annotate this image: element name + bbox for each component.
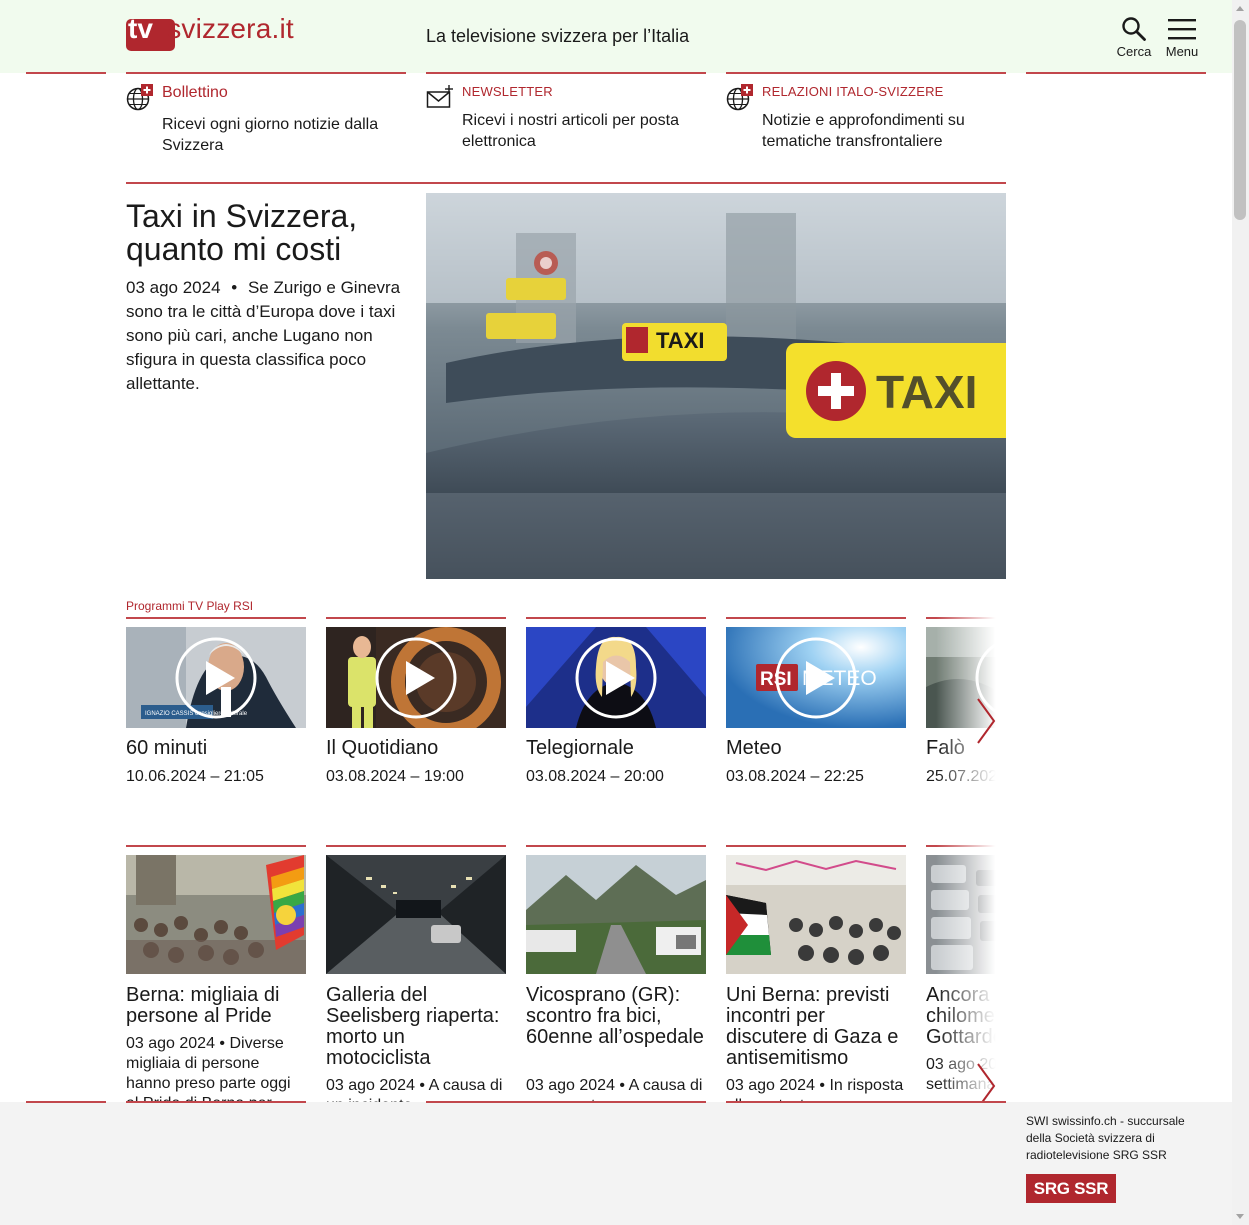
news-thumbnail[interactable] [726,855,906,974]
news-title: Ancora code di chilometri al Gottardo [926,984,1006,1048]
divider [126,845,306,847]
divider [126,72,406,74]
site-header: tv tvsvizzera.it La televisione svizzera… [0,0,1232,73]
mail-plus-icon [426,85,453,108]
globe-swiss-icon [726,84,753,111]
bulletin-title: Bollettino [162,84,228,101]
divider [326,845,506,847]
news-date: 03 ago 2024 [126,1035,215,1052]
search-button[interactable]: Cerca [1112,16,1156,59]
hero-image[interactable]: TAXI TAXI [426,193,1006,579]
divider [926,617,1006,619]
program-datetime: 03.08.2024 – 19:00 [326,768,464,785]
site-tagline: La televisione svizzera per l’Italia [426,26,690,46]
news-thumbnail[interactable] [526,855,706,974]
news-date: 03 ago 2024 [726,1077,815,1094]
divider [726,845,906,847]
play-icon [175,637,257,718]
news-title: Galleria del Seelisberg riaperta: morto … [326,984,500,1069]
divider [126,182,1006,184]
program-thumbnail[interactable] [526,627,706,728]
divider [326,617,506,619]
hamburger-icon [1168,19,1196,40]
page-scrollbar[interactable] [1232,0,1249,1225]
search-icon [1122,17,1146,41]
globe-swiss-icon [126,84,153,111]
play-icon [375,637,457,718]
search-label: Cerca [1116,44,1152,59]
program-datetime: 03.08.2024 – 22:25 [726,768,864,785]
divider [526,617,706,619]
programs-section-label[interactable]: Programmi TV Play RSI [126,599,253,613]
divider [526,845,706,847]
news-summary: 03 ago 2024 • A causa di uno scontro [526,1076,706,1102]
programs-carousel: IGNAZIO CASSIS consigliere federale 60 m… [126,617,1006,797]
carousel-next-arrow-icon[interactable] [976,697,996,745]
divider [926,845,1006,847]
divider [726,1101,1006,1103]
divider [426,72,706,74]
news-title: Vicosprano (GR): scontro fra bici, 60enn… [526,984,704,1048]
taxi-sign-text: TAXI [656,328,704,353]
footer-text: SWI swissinfo.ch - succursale della Soci… [1026,1114,1185,1162]
bulletin-description: Ricevi ogni giorno notizie dalla Svizzer… [162,116,379,154]
news-thumbnail[interactable] [926,855,1006,974]
divider [126,1101,306,1103]
news-summary: 03 ago 2024 • Diverse migliaia di person… [126,1034,306,1102]
news-title: Berna: migliaia di persone al Pride [126,984,280,1027]
program-thumbnail[interactable] [326,627,506,728]
menu-label: Menu [1165,44,1199,59]
news-summary: 03 ago 2024 • In risposta alle proteste [726,1076,906,1102]
play-icon [575,637,657,718]
relations-title: RELAZIONI ITALO-SVIZZERE [762,84,944,99]
svg-text:TAXI: TAXI [876,366,977,418]
hero-title[interactable]: Taxi in Svizzera, quanto mi costi [126,200,416,266]
newsletter-description: Ricevi i nostri articoli per posta elett… [462,112,679,150]
news-date: 03 ago 2024 [526,1077,615,1094]
divider [1026,72,1206,74]
program-title: Il Quotidiano [326,737,439,759]
divider [26,72,106,74]
program-thumbnail[interactable]: IGNAZIO CASSIS consigliere federale [126,627,306,728]
news-title: Uni Berna: previsti incontri per discute… [726,984,899,1069]
program-datetime: 03.08.2024 – 20:00 [526,768,664,785]
divider [726,617,906,619]
newsletter-title: NEWSLETTER [462,84,553,99]
divider [726,72,1006,74]
program-title: Telegiornale [526,737,634,759]
menu-button[interactable]: Menu [1160,16,1204,59]
srg-ssr-logo[interactable]: SRG SSR [1026,1174,1116,1203]
program-datetime: 10.06.2024 – 21:05 [126,768,264,785]
play-icon [775,637,857,718]
news-thumbnail[interactable] [126,855,306,974]
news-carousel: Berna: migliaia di persone al Pride 03 a… [126,845,1006,1102]
news-date: 03 ago 2024 [326,1077,415,1094]
hero-separator: • [231,278,238,297]
program-title: Meteo [726,737,782,759]
divider [426,1101,706,1103]
program-thumbnail[interactable]: RSI METEO [726,627,906,728]
news-summary: 03 ago 2024 • A causa di un incidente [326,1076,506,1102]
hero-summary: 03 ago 2024 • Se Zurigo e Ginevra sono t… [126,276,411,396]
logo-text: tvsvizzera.it [145,13,294,45]
program-datetime: 25.07.2024 [926,768,1006,785]
divider [126,617,306,619]
program-title: 60 minuti [126,737,208,759]
hero-date: 03 ago 2024 [126,278,221,297]
scroll-thumb[interactable] [1234,20,1246,220]
relations-description: Notizie e approfondimenti su tematiche t… [762,112,965,150]
scroll-up-icon[interactable] [1236,6,1244,11]
scroll-down-icon[interactable] [1236,1214,1244,1219]
news-thumbnail[interactable] [326,855,506,974]
logo-name: svizzera.it [167,13,294,44]
divider [26,1101,106,1103]
